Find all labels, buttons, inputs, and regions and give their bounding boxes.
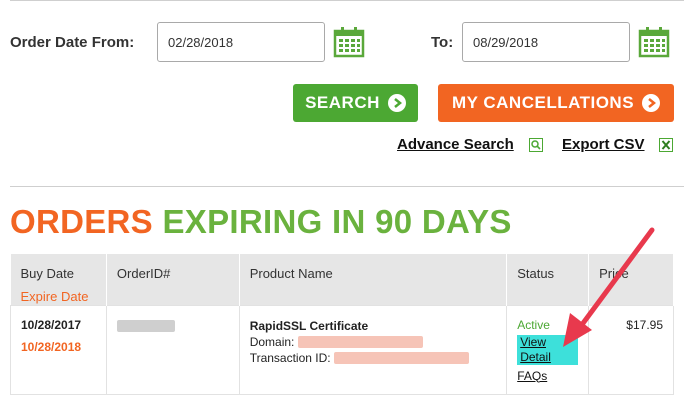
header-expire-date-label: Expire Date xyxy=(20,289,89,304)
cell-price: $17.95 xyxy=(588,304,674,395)
title-expiring: EXPIRING IN 90 DAYS xyxy=(162,203,512,240)
transaction-line: Transaction ID: xyxy=(250,350,497,366)
excel-icon[interactable] xyxy=(659,138,673,152)
title-orders: ORDERS xyxy=(10,203,153,240)
domain-line: Domain: xyxy=(250,334,497,350)
cell-dates: 10/28/2017 10/28/2018 xyxy=(10,304,107,395)
table-row: 10/28/2017 10/28/2018 RapidSSL Certifica… xyxy=(10,304,674,395)
order-date-to-input[interactable] xyxy=(462,22,630,62)
order-date-to-label: To: xyxy=(431,34,454,51)
domain-redacted xyxy=(297,336,423,349)
view-detail-link[interactable]: View Detail xyxy=(517,334,579,365)
order-id-redacted xyxy=(116,320,175,333)
export-csv-link[interactable]: Export CSV xyxy=(562,136,645,153)
section-divider xyxy=(10,186,684,187)
top-divider xyxy=(10,0,684,1)
header-product-name: Product Name xyxy=(239,254,508,305)
buy-date-value: 10/28/2017 xyxy=(21,317,82,332)
table-header-row: Buy Date Expire Date OrderID# Product Na… xyxy=(10,254,674,305)
search-button-label: SEARCH xyxy=(305,93,380,112)
my-cancellations-button[interactable]: MY CANCELLATIONS xyxy=(438,84,674,122)
orders-table: Buy Date Expire Date OrderID# Product Na… xyxy=(10,254,674,395)
order-date-from-label: Order Date From: xyxy=(10,34,135,51)
header-buy-date-label: Buy Date xyxy=(20,266,74,281)
cell-order-id xyxy=(105,304,240,395)
arrow-right-icon xyxy=(387,94,406,112)
transaction-redacted xyxy=(333,352,469,365)
faqs-link[interactable]: FAQs xyxy=(517,369,578,384)
my-cancellations-label: MY CANCELLATIONS xyxy=(451,93,635,112)
domain-label: Domain: xyxy=(249,334,295,349)
status-active: Active xyxy=(517,317,550,332)
calendar-icon[interactable] xyxy=(333,26,365,58)
header-buy-date: Buy Date Expire Date xyxy=(10,254,107,305)
page-title: ORDERS EXPIRING IN 90 DAYS xyxy=(10,203,512,241)
cell-product: RapidSSL Certificate Domain: Transaction… xyxy=(238,304,508,395)
expire-date-value: 10/28/2018 xyxy=(21,339,82,354)
advance-search-link[interactable]: Advance Search xyxy=(397,136,514,153)
header-order-id: OrderID# xyxy=(106,254,240,305)
arrow-right-icon xyxy=(642,94,661,112)
header-price: Price xyxy=(588,254,674,305)
calendar-icon[interactable] xyxy=(638,26,670,58)
order-date-from-input[interactable] xyxy=(157,22,325,62)
header-status: Status xyxy=(506,254,590,305)
transaction-label: Transaction ID: xyxy=(249,350,331,365)
search-icon[interactable] xyxy=(529,138,543,152)
product-name-value: RapidSSL Certificate xyxy=(249,318,369,333)
cell-status: Active View Detail FAQs xyxy=(506,304,590,395)
search-button[interactable]: SEARCH xyxy=(293,84,418,122)
